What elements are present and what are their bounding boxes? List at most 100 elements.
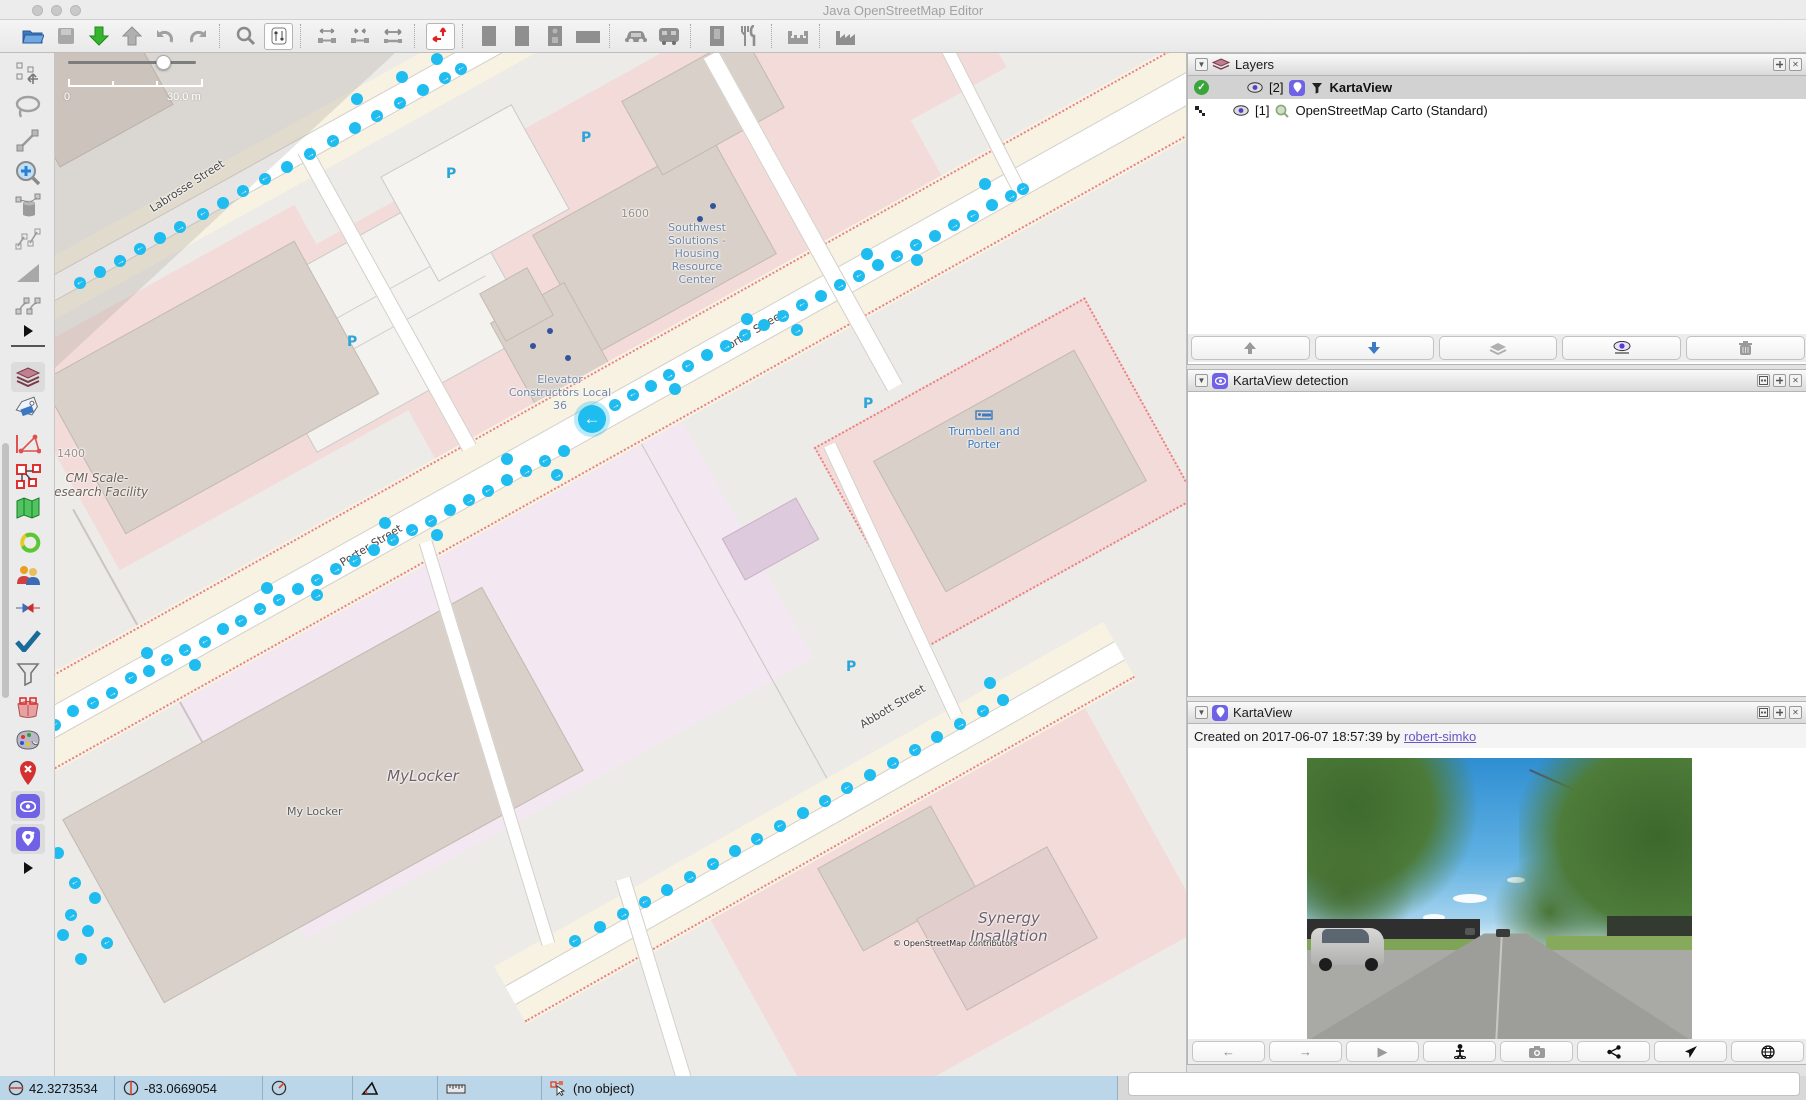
kartaview-point[interactable]: → [569,935,582,948]
kartaview-point[interactable] [67,705,79,717]
kartaview-point[interactable] [82,925,94,937]
kartaview-point[interactable]: → [774,820,787,833]
kartaview-point[interactable] [417,84,429,96]
move-layer-up-button[interactable] [1191,336,1310,360]
kartaview-point[interactable]: → [608,398,621,411]
preset-factory-icon[interactable] [831,23,860,50]
layer-visible-icon[interactable] [1247,82,1263,93]
kartaview-point[interactable] [444,504,456,516]
kartaview-dialog-button[interactable] [11,824,45,854]
kartaview-point[interactable]: → [199,636,212,649]
kartaview-point[interactable]: → [455,63,468,76]
conflicts-dialog-button[interactable] [11,593,45,623]
kartaview-point[interactable]: → [776,309,789,322]
map-node[interactable] [547,328,553,334]
kartaview-point[interactable] [396,71,408,83]
parallel-tool-button[interactable] [11,290,45,320]
kartaview-point[interactable] [929,230,941,242]
undo-button[interactable] [150,23,179,50]
kartaview-point[interactable] [94,266,106,278]
kartaview-selected-point[interactable]: ← [578,405,606,433]
delete-layer-button[interactable] [1686,336,1805,360]
kartaview-point[interactable]: → [683,870,696,883]
kartaview-point[interactable]: → [197,208,210,221]
collapse-icon[interactable]: ▼ [1195,58,1208,71]
kartaview-point[interactable]: → [719,339,732,352]
kartaview-point[interactable]: → [550,468,563,481]
street-photo[interactable] [1307,758,1692,1041]
kartaview-point[interactable]: → [1017,183,1030,196]
kartaview-point[interactable] [986,199,998,211]
redo-button[interactable] [183,23,212,50]
kartaview-point[interactable]: → [329,562,342,575]
map-node[interactable] [530,343,536,349]
delete-tool-button[interactable] [11,191,45,221]
kartaview-point[interactable] [797,807,809,819]
kartaview-point[interactable] [281,161,293,173]
preset-door-1-icon[interactable] [474,23,503,50]
kartaview-point[interactable]: → [327,135,340,148]
kartaview-point[interactable]: → [886,756,899,769]
layers-dialog-button[interactable] [11,362,45,392]
layer-row-osm-carto[interactable]: [1] OpenStreetMap Carto (Standard) [1188,99,1806,122]
map-dialog-button[interactable] [11,493,45,523]
kartaview-point[interactable]: → [947,218,960,231]
kartaview-point[interactable]: → [909,744,922,757]
kartaview-detection-dialog-button[interactable] [11,791,45,821]
kartaview-point[interactable]: → [519,464,532,477]
kartaview-point[interactable] [729,845,741,857]
kartaview-point[interactable] [143,665,155,677]
sidebar-scrollbar[interactable] [2,443,9,698]
tags-dialog-button[interactable] [11,395,45,425]
kartaview-point[interactable]: → [87,697,100,710]
authors-dialog-button[interactable] [11,560,45,590]
kartaview-point[interactable] [911,254,923,266]
kartaview-point[interactable]: → [1004,189,1017,202]
kartaview-point[interactable] [217,623,229,635]
changesets-dialog-button[interactable] [11,692,45,722]
kartaview-point[interactable]: → [890,249,903,262]
kartaview-point[interactable]: → [253,602,266,615]
collapse-icon[interactable]: ▼ [1195,706,1208,719]
kartaview-point[interactable]: → [173,220,186,233]
angle-tool-button[interactable] [11,258,45,288]
kartaview-point[interactable]: → [310,588,323,601]
kartaview-point[interactable] [661,884,673,896]
kartaview-point[interactable] [872,259,884,271]
map-node[interactable] [697,216,703,222]
kartaview-point[interactable] [154,232,166,244]
play-button[interactable]: ▶ [1346,1041,1419,1062]
filter-dialog-button[interactable] [11,659,45,689]
kartaview-point[interactable] [55,847,64,859]
kartaview-point[interactable]: → [235,615,248,628]
kartaview-point[interactable]: → [462,493,475,506]
kartaview-point[interactable]: → [101,937,114,950]
collapse-icon[interactable]: ▼ [1195,374,1208,387]
kartaview-point[interactable]: → [796,299,809,312]
map-zoom-slider-knob[interactable] [156,55,171,70]
kartaview-point[interactable]: → [818,794,831,807]
kartaview-point[interactable]: → [662,368,675,381]
move-layer-down-button[interactable] [1314,336,1434,360]
kartaview-point[interactable]: → [259,173,272,186]
preset-door-3-icon[interactable] [540,23,569,50]
more-tools-arrow-button[interactable] [11,317,45,347]
author-link[interactable]: robert-simko [1404,729,1476,744]
mappaint-dialog-button[interactable] [11,725,45,755]
preset-gate-icon[interactable] [702,23,731,50]
layer-row-kartaview[interactable]: ✓ [2] KartaView [1188,76,1806,99]
kartaview-point[interactable]: → [616,907,629,920]
preset-bus-icon[interactable] [654,23,683,50]
more-dialogs-arrow-button[interactable] [11,853,45,883]
kartaview-point[interactable] [349,122,361,134]
kartaview-point[interactable]: → [853,270,866,283]
kartaview-point[interactable] [57,929,69,941]
kartaview-point[interactable]: → [69,877,82,890]
notes-dialog-button[interactable] [11,758,45,788]
kartaview-point[interactable] [431,53,443,65]
kartaview-point[interactable] [189,659,201,671]
help-text-field[interactable] [1128,1072,1800,1096]
kartaview-point[interactable] [558,445,570,457]
navigate-button[interactable] [1654,1041,1727,1062]
kartaview-point[interactable] [669,383,681,395]
